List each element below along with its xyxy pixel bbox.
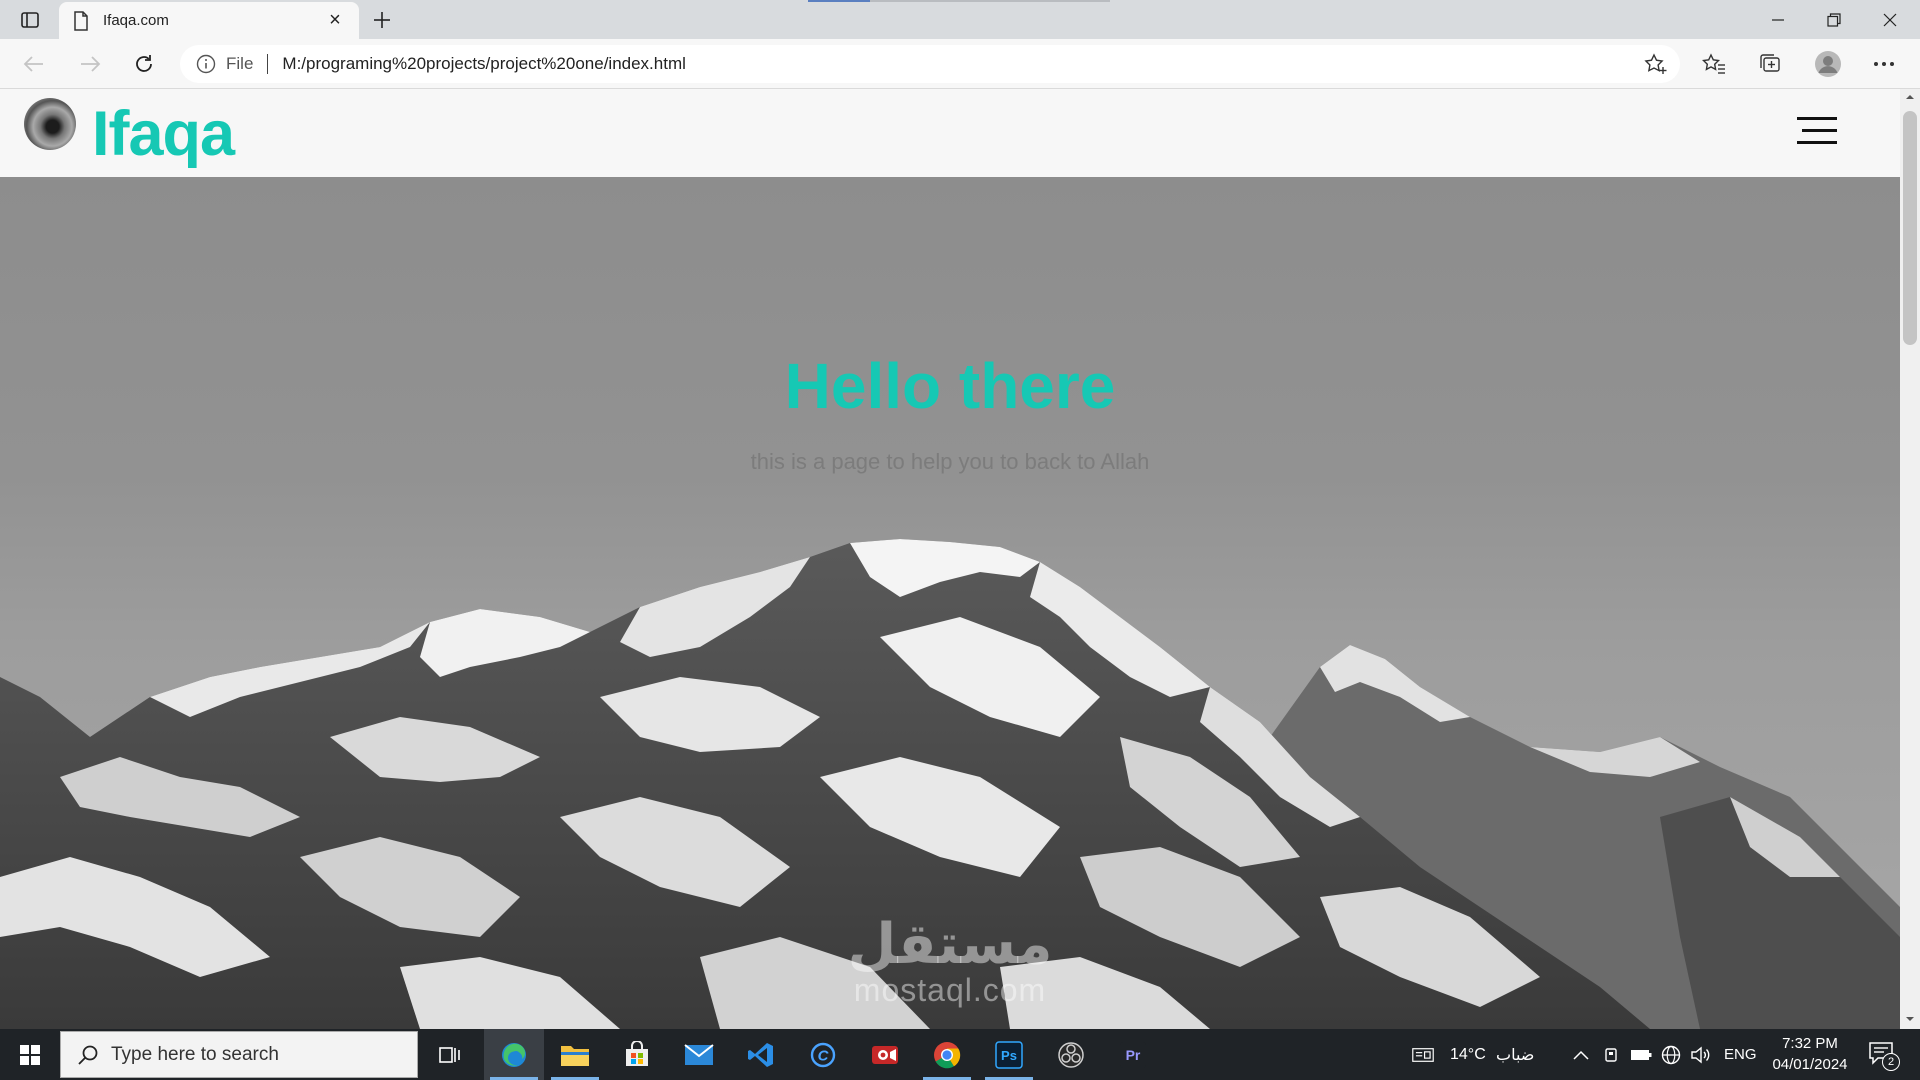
collections-icon[interactable] <box>1756 50 1784 78</box>
site-brand-name[interactable]: Ifaqa <box>92 98 235 170</box>
chevron-up-icon[interactable] <box>1570 1044 1592 1066</box>
tab-title: Ifaqa.com <box>103 12 169 29</box>
windows-start-icon[interactable] <box>0 1029 60 1080</box>
volume-icon[interactable] <box>1690 1044 1712 1066</box>
hero-title: Hello there <box>784 350 1116 422</box>
menu-line <box>1802 129 1837 132</box>
network-globe-icon[interactable] <box>1660 1044 1682 1066</box>
browser-toolbar: File M:/programing%20projects/project%20… <box>0 39 1920 89</box>
watermark-logo: مستقل mostaql.com <box>820 912 1080 1008</box>
watermark-arabic-text: مستقل <box>847 912 1053 977</box>
scroll-up-icon[interactable] <box>1904 91 1916 103</box>
page-viewport: Ifaqa Hello there this is a page to help… <box>0 89 1900 1029</box>
usb-device-icon[interactable] <box>1600 1044 1622 1066</box>
address-separator <box>267 54 269 74</box>
battery-icon[interactable] <box>1630 1044 1652 1066</box>
notification-count-badge: 2 <box>1882 1053 1900 1071</box>
weather-icon[interactable] <box>1412 1044 1434 1066</box>
url-scheme-label: File <box>226 54 254 73</box>
add-favorite-icon[interactable] <box>1644 53 1668 75</box>
weather-temperature[interactable]: 14°C <box>1450 1029 1486 1080</box>
weather-condition[interactable]: ضباب <box>1496 1029 1534 1080</box>
taskbar-clock[interactable]: 7:32 PM 04/01/2024 <box>1760 1033 1860 1075</box>
browser-tab-active[interactable]: Ifaqa.com × <box>59 2 359 39</box>
close-tab-icon[interactable]: × <box>325 9 345 31</box>
watermark-latin-text: mostaql.com <box>853 972 1047 1008</box>
profile-avatar-icon[interactable] <box>1814 50 1842 78</box>
hero-section: Hello there this is a page to help you t… <box>0 177 1900 1029</box>
ms-store-icon[interactable] <box>607 1029 667 1080</box>
mountain-background-image <box>0 539 1900 1029</box>
svg-text:Pr: Pr <box>1126 1047 1141 1063</box>
taskbar-search-box[interactable] <box>60 1031 418 1078</box>
minimize-icon[interactable] <box>1750 0 1806 39</box>
task-view-icon[interactable] <box>420 1029 480 1080</box>
forward-icon[interactable] <box>72 47 108 81</box>
svg-text:Ps: Ps <box>1001 1048 1017 1063</box>
edge-icon[interactable] <box>484 1029 544 1080</box>
address-bar[interactable]: File M:/programing%20projects/project%20… <box>180 45 1680 83</box>
tab-actions-icon[interactable] <box>14 7 46 33</box>
clock-date: 04/01/2024 <box>1772 1056 1848 1073</box>
svg-text:C: C <box>818 1047 830 1064</box>
vscode-icon[interactable] <box>731 1029 791 1080</box>
site-logo[interactable] <box>24 98 76 150</box>
favorites-icon[interactable] <box>1700 50 1728 78</box>
scrollbar-thumb[interactable] <box>1903 111 1917 345</box>
obs-icon[interactable] <box>1041 1029 1101 1080</box>
site-header: Ifaqa <box>0 89 1900 177</box>
clock-time: 7:32 PM <box>1782 1035 1838 1052</box>
page-icon <box>73 10 89 31</box>
refresh-icon[interactable] <box>126 47 162 81</box>
tab-strip-indicator <box>808 0 870 2</box>
windows-taskbar: C Ps Pr 14°C ضباب ENG 7:32 PM 04/01/2024 <box>0 1029 1920 1080</box>
back-icon[interactable] <box>16 47 52 81</box>
tab-strip-indicator <box>870 0 1110 2</box>
menu-line <box>1797 141 1837 144</box>
premiere-icon[interactable]: Pr <box>1103 1029 1163 1080</box>
info-icon[interactable] <box>196 54 216 74</box>
mail-icon[interactable] <box>669 1029 729 1080</box>
file-explorer-icon[interactable] <box>545 1029 605 1080</box>
notification-center-icon[interactable]: 2 <box>1868 1041 1900 1071</box>
url-text[interactable]: M:/programing%20projects/project%20one/i… <box>282 54 685 74</box>
cortana-icon[interactable]: C <box>793 1029 853 1080</box>
restore-icon[interactable] <box>1806 0 1862 39</box>
close-window-icon[interactable] <box>1862 0 1918 39</box>
photoshop-icon[interactable]: Ps <box>979 1029 1039 1080</box>
more-options-icon[interactable] <box>1870 50 1898 78</box>
new-tab-icon[interactable] <box>368 6 396 34</box>
page-scrollbar[interactable] <box>1900 89 1920 1029</box>
menu-line <box>1797 117 1837 120</box>
hero-subtitle: this is a page to help you to back to Al… <box>750 449 1150 474</box>
screen-recorder-icon[interactable] <box>855 1029 915 1080</box>
hamburger-menu-icon[interactable] <box>1797 117 1839 147</box>
search-icon <box>77 1044 99 1066</box>
chrome-icon[interactable] <box>917 1029 977 1080</box>
browser-tab-bar: Ifaqa.com × <box>0 0 1920 39</box>
taskbar-search-input[interactable] <box>111 1043 391 1066</box>
scroll-down-icon[interactable] <box>1904 1013 1916 1025</box>
input-language[interactable]: ENG <box>1724 1029 1757 1080</box>
